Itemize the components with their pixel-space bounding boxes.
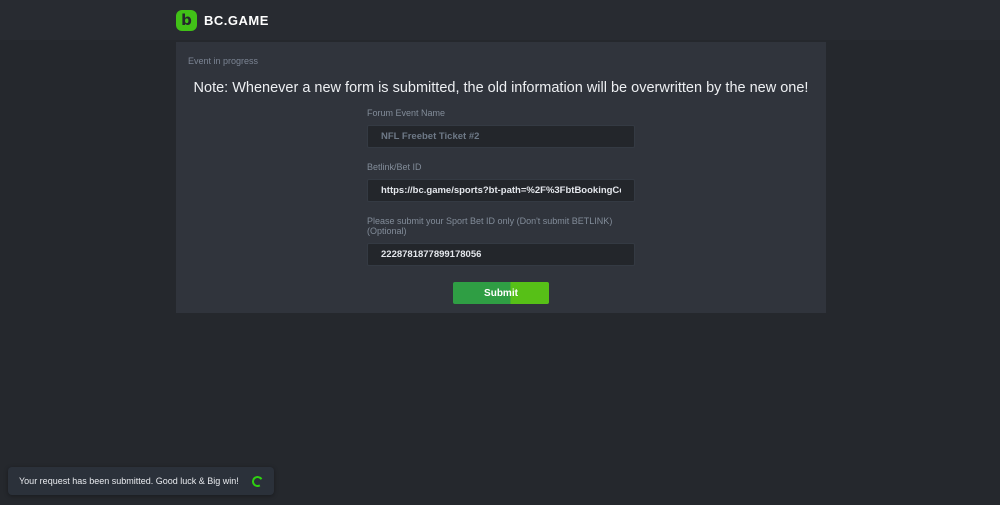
sport-bet-id-label: Please submit your Sport Bet ID only (Do…: [367, 216, 635, 236]
overwrite-note: Note: Whenever a new form is submitted, …: [176, 80, 826, 96]
loading-spinner-icon: [251, 474, 264, 487]
event-status-label: Event in progress: [188, 56, 258, 66]
bcgame-logo[interactable]: b BC.GAME: [176, 10, 269, 31]
event-form: Forum Event Name Betlink/Bet ID Please s…: [367, 108, 635, 304]
forum-event-name-input[interactable]: [367, 125, 635, 148]
success-toast: Your request has been submitted. Good lu…: [8, 467, 274, 495]
forum-event-name-label: Forum Event Name: [367, 108, 635, 118]
sport-bet-id-input[interactable]: [367, 243, 635, 266]
bcgame-logo-icon: b: [176, 10, 197, 31]
field-forum-event-name: Forum Event Name: [367, 108, 635, 148]
bcgame-logo-text: BC.GAME: [204, 13, 269, 28]
top-header: b BC.GAME: [0, 0, 1000, 40]
field-betlink: Betlink/Bet ID: [367, 162, 635, 202]
event-form-panel: Event in progress Note: Whenever a new f…: [176, 42, 826, 313]
field-sport-bet-id: Please submit your Sport Bet ID only (Do…: [367, 216, 635, 266]
betlink-input[interactable]: [367, 179, 635, 202]
toast-message: Your request has been submitted. Good lu…: [19, 476, 239, 486]
submit-button[interactable]: Submit: [453, 282, 549, 304]
betlink-label: Betlink/Bet ID: [367, 162, 635, 172]
